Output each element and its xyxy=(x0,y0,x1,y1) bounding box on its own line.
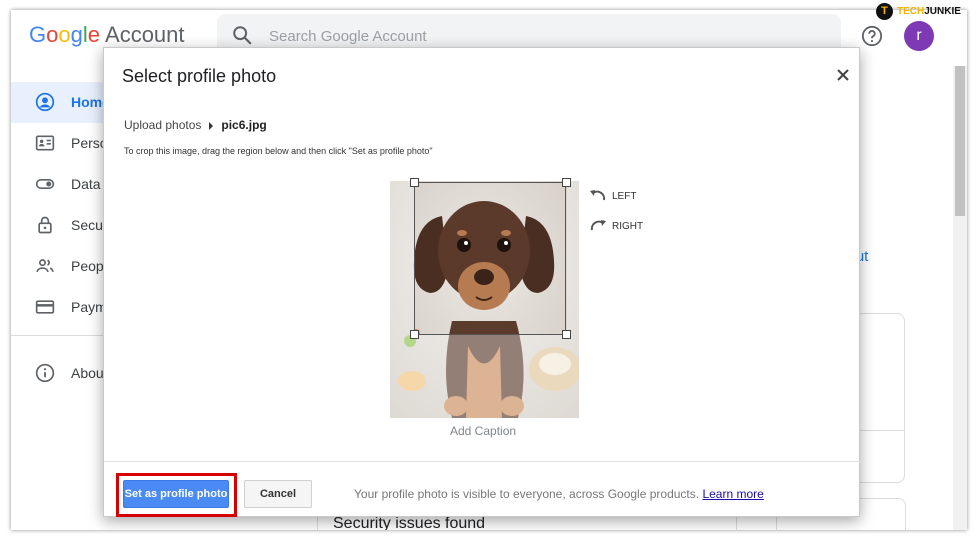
page-scrollbar[interactable] xyxy=(953,66,967,530)
cancel-button[interactable]: Cancel xyxy=(244,480,312,508)
security-issues-heading: Security issues found xyxy=(333,515,486,530)
help-icon[interactable] xyxy=(861,25,883,47)
google-account-logo[interactable]: Google Account xyxy=(29,22,185,48)
visibility-notice: Your profile photo is visible to everyon… xyxy=(354,487,764,501)
id-card-icon xyxy=(35,135,55,151)
sidebar-item-label: Peop xyxy=(71,258,104,274)
crop-instructions: To crop this image, drag the region belo… xyxy=(124,146,433,156)
crop-handle-top-right[interactable] xyxy=(562,178,571,187)
rotate-left-label: LEFT xyxy=(612,191,637,202)
people-icon xyxy=(36,259,54,273)
add-caption-field[interactable]: Add Caption xyxy=(450,424,516,438)
close-icon[interactable] xyxy=(836,68,850,82)
techjunkie-wordmark: TECHJUNKIE xyxy=(897,6,961,17)
crop-handle-bottom-left[interactable] xyxy=(410,330,419,339)
visibility-text: Your profile photo is visible to everyon… xyxy=(354,487,700,501)
sidebar-item-label: Paym xyxy=(71,299,107,315)
scrollbar-thumb[interactable] xyxy=(955,66,965,216)
lock-icon xyxy=(38,216,52,234)
crop-handle-bottom-right[interactable] xyxy=(562,330,571,339)
rotate-left-icon xyxy=(590,190,606,201)
google-wordmark: Google xyxy=(29,22,101,47)
sidebar-item-label: Abou xyxy=(71,365,104,381)
dialog-title: Select profile photo xyxy=(122,66,277,86)
select-profile-photo-dialog: Select profile photo Upload photos pic6.j… xyxy=(103,47,861,517)
browser-page: Google Account Search Google Account r Ho… xyxy=(11,10,967,530)
crop-handle-top-left[interactable] xyxy=(410,178,419,187)
info-icon xyxy=(35,363,55,383)
breadcrumb-file-name: pic6.jpg xyxy=(221,118,267,132)
search-input[interactable]: Search Google Account xyxy=(269,28,427,45)
breadcrumb-upload-photos[interactable]: Upload photos xyxy=(124,118,201,132)
search-icon xyxy=(233,26,252,45)
dialog-footer-divider xyxy=(104,461,861,462)
rotate-right-label: RIGHT xyxy=(612,221,644,232)
toggle-icon xyxy=(35,179,55,189)
rotate-right-icon xyxy=(590,220,606,231)
account-wordmark: Account xyxy=(105,22,185,47)
techjunkie-logo: T xyxy=(876,3,893,20)
learn-more-link[interactable]: Learn more xyxy=(702,487,763,501)
crop-region[interactable] xyxy=(414,182,566,335)
sidebar-item-label: Secu xyxy=(71,217,103,233)
set-as-profile-photo-button[interactable]: Set as profile photo xyxy=(123,480,229,508)
breadcrumb: Upload photos pic6.jpg xyxy=(124,118,267,132)
credit-card-icon xyxy=(35,300,55,314)
sidebar-item-label: Data xyxy=(71,176,101,192)
account-circle-icon xyxy=(35,92,55,112)
breadcrumb-arrow-icon xyxy=(209,121,214,130)
avatar[interactable]: r xyxy=(904,21,934,51)
